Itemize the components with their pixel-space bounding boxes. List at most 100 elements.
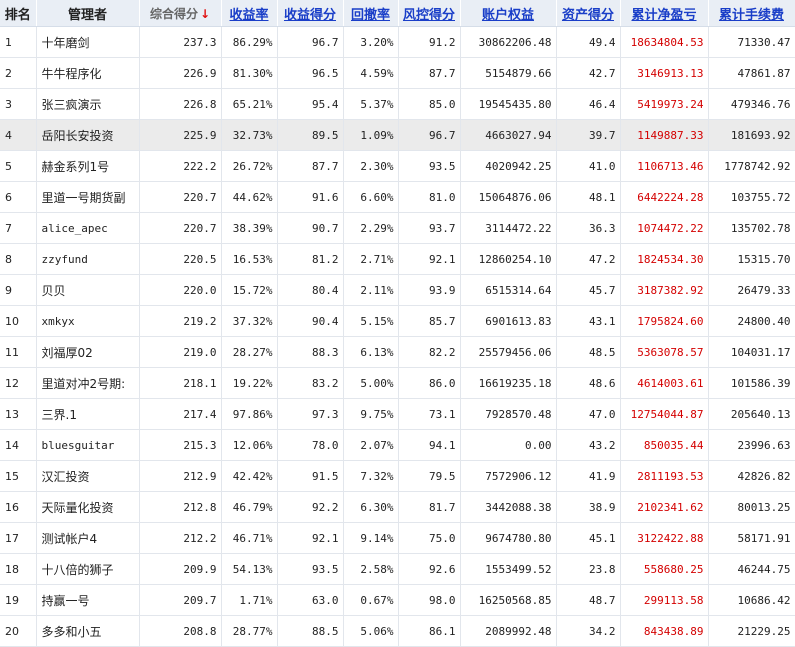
table-row[interactable]: 10 xmkyx 219.2 37.32% 90.4 5.15% 85.7 6901613.8… bbox=[0, 305, 795, 337]
cell-manager: 多多和小五 bbox=[36, 615, 140, 647]
table-row[interactable]: 19 持赢一号 209.7 1.71% 63.0 0.67% 98.0 16250568.85… bbox=[0, 584, 795, 616]
table-row[interactable]: 8 zzyfund 220.5 16.53% 81.2 2.71% 92.1 12860254… bbox=[0, 243, 795, 275]
cell-return-score: 92.2 bbox=[277, 491, 344, 523]
table-row[interactable]: 12 里道对冲2号期: 218.1 19.22% 83.2 5.00% 86.0 166192… bbox=[0, 367, 795, 399]
cell-manager: 岳阳长安投资 bbox=[36, 119, 140, 151]
cell-net-pnl: 6442224.28 bbox=[620, 181, 709, 213]
cell-asset-score: 45.1 bbox=[556, 522, 621, 554]
cell-return-rate: 81.30% bbox=[221, 57, 278, 89]
cell-equity: 16250568.85 bbox=[460, 584, 557, 616]
cell-risk-score: 85.0 bbox=[398, 88, 461, 120]
cell-manager: 贝贝 bbox=[36, 274, 140, 306]
cell-composite-score: 209.7 bbox=[139, 584, 222, 616]
cell-drawdown: 6.13% bbox=[343, 336, 399, 368]
cell-return-rate: 44.62% bbox=[221, 181, 278, 213]
cell-asset-score: 41.0 bbox=[556, 150, 621, 182]
cell-equity: 6515314.64 bbox=[460, 274, 557, 306]
table-row[interactable]: 17 测试帐户4 212.2 46.71% 92.1 9.14% 75.0 9674780.8… bbox=[0, 522, 795, 554]
cell-asset-score: 23.8 bbox=[556, 553, 621, 585]
col-header-asset-score[interactable]: 资产得分 bbox=[556, 0, 621, 27]
cell-return-rate: 1.71% bbox=[221, 584, 278, 616]
col-header-drawdown[interactable]: 回撤率 bbox=[343, 0, 399, 27]
cell-rank: 8 bbox=[0, 243, 37, 275]
cell-return-score: 81.2 bbox=[277, 243, 344, 275]
cell-rank: 6 bbox=[0, 181, 37, 213]
cell-equity: 12860254.10 bbox=[460, 243, 557, 275]
table-row[interactable]: 15 汉汇投资 212.9 42.42% 91.5 7.32% 79.5 7572906.12… bbox=[0, 460, 795, 492]
cell-composite-score: 218.1 bbox=[139, 367, 222, 399]
table-row[interactable]: 4 岳阳长安投资 225.9 32.73% 89.5 1.09% 96.7 4663027.9… bbox=[0, 119, 795, 151]
cell-composite-score: 226.9 bbox=[139, 57, 222, 89]
col-header-risk-score[interactable]: 风控得分 bbox=[398, 0, 461, 27]
cell-fees: 205640.13 bbox=[708, 398, 795, 430]
cell-manager: 张三疯演示 bbox=[36, 88, 140, 120]
cell-composite-score: 237.3 bbox=[139, 26, 222, 58]
cell-equity: 4663027.94 bbox=[460, 119, 557, 151]
cell-fees: 135702.78 bbox=[708, 212, 795, 244]
col-header-return-score[interactable]: 收益得分 bbox=[277, 0, 344, 27]
cell-fees: 23996.63 bbox=[708, 429, 795, 461]
cell-equity: 15064876.06 bbox=[460, 181, 557, 213]
cell-asset-score: 43.1 bbox=[556, 305, 621, 337]
cell-rank: 12 bbox=[0, 367, 37, 399]
table-row[interactable]: 16 天际量化投资 212.8 46.79% 92.2 6.30% 81.7 3442088.… bbox=[0, 491, 795, 523]
cell-rank: 18 bbox=[0, 553, 37, 585]
cell-net-pnl: 1795824.60 bbox=[620, 305, 709, 337]
cell-risk-score: 98.0 bbox=[398, 584, 461, 616]
table-row[interactable]: 2 牛牛程序化 226.9 81.30% 96.5 4.59% 87.7 5154879.66… bbox=[0, 57, 795, 89]
cell-equity: 9674780.80 bbox=[460, 522, 557, 554]
table-row[interactable]: 11 刘福厚02 219.0 28.27% 88.3 6.13% 82.2 25579456.… bbox=[0, 336, 795, 368]
col-header-composite-score[interactable]: 综合得分 ↓ bbox=[139, 0, 222, 27]
cell-risk-score: 81.7 bbox=[398, 491, 461, 523]
cell-composite-score: 217.4 bbox=[139, 398, 222, 430]
cell-rank: 19 bbox=[0, 584, 37, 616]
cell-return-score: 63.0 bbox=[277, 584, 344, 616]
table-row[interactable]: 20 多多和小五 208.8 28.77% 88.5 5.06% 86.1 2089992.4… bbox=[0, 615, 795, 647]
cell-composite-score: 226.8 bbox=[139, 88, 222, 120]
cell-net-pnl: 1824534.30 bbox=[620, 243, 709, 275]
table-row[interactable]: 18 十八倍的狮子 209.9 54.13% 93.5 2.58% 92.6 1553499.… bbox=[0, 553, 795, 585]
cell-return-score: 88.5 bbox=[277, 615, 344, 647]
table-row[interactable]: 3 张三疯演示 226.8 65.21% 95.4 5.37% 85.0 19545435.8… bbox=[0, 88, 795, 120]
cell-composite-score: 220.7 bbox=[139, 212, 222, 244]
col-header-equity[interactable]: 账户权益 bbox=[460, 0, 557, 27]
cell-equity: 5154879.66 bbox=[460, 57, 557, 89]
cell-manager: 十年磨剑 bbox=[36, 26, 140, 58]
cell-composite-score: 220.0 bbox=[139, 274, 222, 306]
cell-rank: 4 bbox=[0, 119, 37, 151]
cell-manager: 里道对冲2号期: bbox=[36, 367, 140, 399]
table-row[interactable]: 1 十年磨剑 237.3 86.29% 96.7 3.20% 91.2 30862206.48… bbox=[0, 26, 795, 58]
col-header-fees[interactable]: 累计手续费 bbox=[708, 0, 795, 27]
table-header: 排名 管理者 综合得分 ↓ 收益率 收益得分 回撤率 风控得分 账户权益 资产得分… bbox=[0, 0, 795, 27]
cell-equity: 3114472.22 bbox=[460, 212, 557, 244]
table-row[interactable]: 9 贝贝 220.0 15.72% 80.4 2.11% 93.9 6515314.64 45.… bbox=[0, 274, 795, 306]
header-row: 排名 管理者 综合得分 ↓ 收益率 收益得分 回撤率 风控得分 账户权益 资产得分… bbox=[0, 0, 795, 27]
cell-composite-score: 220.7 bbox=[139, 181, 222, 213]
cell-equity: 7928570.48 bbox=[460, 398, 557, 430]
col-header-net-pnl[interactable]: 累计净盈亏 bbox=[620, 0, 709, 27]
cell-risk-score: 86.0 bbox=[398, 367, 461, 399]
cell-net-pnl: 558680.25 bbox=[620, 553, 709, 585]
cell-risk-score: 93.9 bbox=[398, 274, 461, 306]
cell-fees: 10686.42 bbox=[708, 584, 795, 616]
table-row[interactable]: 6 里道一号期货副 220.7 44.62% 91.6 6.60% 81.0 15064876… bbox=[0, 181, 795, 213]
cell-risk-score: 92.1 bbox=[398, 243, 461, 275]
table-row[interactable]: 5 赫金系列1号 222.2 26.72% 87.7 2.30% 93.5 4020942.2… bbox=[0, 150, 795, 182]
cell-rank: 1 bbox=[0, 26, 37, 58]
cell-rank: 5 bbox=[0, 150, 37, 182]
table-row[interactable]: 7 alice_apec 220.7 38.39% 90.7 2.29% 93.7 31144… bbox=[0, 212, 795, 244]
cell-return-rate: 12.06% bbox=[221, 429, 278, 461]
cell-net-pnl: 1149887.33 bbox=[620, 119, 709, 151]
cell-equity: 3442088.38 bbox=[460, 491, 557, 523]
cell-net-pnl: 18634804.53 bbox=[620, 26, 709, 58]
cell-risk-score: 82.2 bbox=[398, 336, 461, 368]
table-row[interactable]: 13 三界.1 217.4 97.86% 97.3 9.75% 73.1 7928570.48… bbox=[0, 398, 795, 430]
cell-return-rate: 46.71% bbox=[221, 522, 278, 554]
cell-drawdown: 5.37% bbox=[343, 88, 399, 120]
table-row[interactable]: 14 bluesguitar 215.3 12.06% 78.0 2.07% 94.1 0.0… bbox=[0, 429, 795, 461]
cell-risk-score: 93.7 bbox=[398, 212, 461, 244]
col-header-return-rate[interactable]: 收益率 bbox=[221, 0, 278, 27]
cell-return-score: 87.7 bbox=[277, 150, 344, 182]
cell-net-pnl: 1074472.22 bbox=[620, 212, 709, 244]
sort-desc-arrow-icon: ↓ bbox=[199, 6, 211, 21]
